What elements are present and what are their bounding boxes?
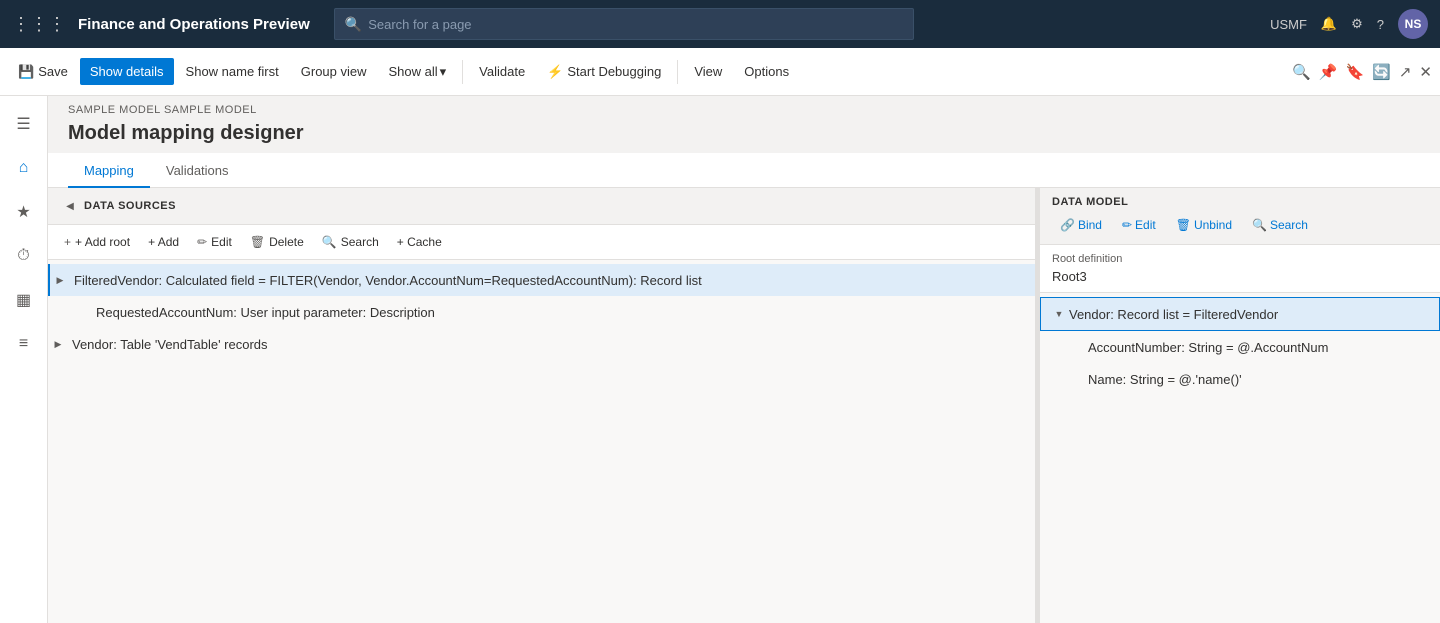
tab-validations[interactable]: Validations [150,153,245,188]
edit-button[interactable]: ✏ Edit [189,231,240,253]
sidebar-item-favorites[interactable]: ★ [4,192,44,232]
view-button[interactable]: View [684,58,732,85]
app-title: Finance and Operations Preview [78,16,310,33]
dm-header: DATA MODEL 🔗 Bind ✏ Edit 🗑 Unbind [1040,188,1440,245]
content-area: SAMPLE MODEL SAMPLE MODEL Model mapping … [48,96,1440,623]
save-icon: 💾 [18,64,34,80]
root-definition-label: Root definition [1052,253,1428,265]
search-input[interactable] [368,17,903,32]
dm-panel-scroll: ▼ Vendor: Record list = FilteredVendor A… [1040,293,1440,623]
grid-icon[interactable]: ⋮⋮⋮ [12,14,66,35]
dm-tree: ▼ Vendor: Record list = FilteredVendor A… [1040,293,1440,399]
ds-item-text-3: Vendor: Table 'VendTable' records [68,337,1027,352]
dm-edit-button[interactable]: ✏ Edit [1114,214,1164,236]
tab-mapping[interactable]: Mapping [68,153,150,188]
dm-tree-item-2[interactable]: AccountNumber: String = @.AccountNum [1040,331,1440,363]
bind-button[interactable]: 🔗 Bind [1052,214,1110,236]
ds-search-button[interactable]: 🔍 Search [314,231,387,253]
dm-expander-2 [1068,337,1088,357]
edit-icon: ✏ [197,235,207,249]
settings-icon[interactable]: ⚙ [1351,16,1363,32]
dm-edit-icon: ✏ [1122,218,1132,232]
add-button[interactable]: + Add [140,231,187,253]
validate-button[interactable]: Validate [469,58,535,85]
tabs-bar: Mapping Validations [48,153,1440,188]
sidebar-item-workspaces[interactable]: ▦ [4,280,44,320]
ds-search-icon: 🔍 [322,235,337,249]
split-panel: ◀ DATA SOURCES + + Add root + Add ✏ Edit [48,188,1440,623]
search-cmd-icon[interactable]: 🔍 [1292,63,1311,81]
cache-button[interactable]: + Cache [389,231,450,253]
ds-item-text-2: RequestedAccountNum: User input paramete… [92,305,1027,320]
data-sources-panel: ◀ DATA SOURCES + + Add root + Add ✏ Edit [48,188,1036,623]
add-root-icon: + [64,235,71,249]
pin-icon[interactable]: 📌 [1319,63,1338,81]
avatar[interactable]: NS [1398,9,1428,39]
unbind-icon: 🗑 [1176,218,1191,232]
ds-tree-item-3[interactable]: ▶ Vendor: Table 'VendTable' records [48,328,1035,360]
dm-expander-3 [1068,369,1088,389]
close-icon[interactable]: ✕ [1419,63,1432,81]
root-definition-section: Root definition Root3 [1040,245,1440,293]
expander-2 [72,302,92,322]
separator-1 [462,60,463,84]
ds-tree: ▶ FilteredVendor: Calculated field = FIL… [48,260,1036,623]
ds-tree-item-2[interactable]: RequestedAccountNum: User input paramete… [48,296,1035,328]
debug-button[interactable]: ⚡ Start Debugging [537,58,671,86]
data-model-panel: DATA MODEL 🔗 Bind ✏ Edit 🗑 Unbind [1040,188,1440,623]
sidebar-item-list[interactable]: ≡ [4,324,44,364]
ds-collapse-btn[interactable]: ◀ [60,196,80,216]
ds-toolbar: + + Add root + Add ✏ Edit 🗑 Delete [48,225,1036,260]
sidebar-item-menu[interactable]: ☰ [4,104,44,144]
refresh-icon[interactable]: 🔄 [1372,63,1391,81]
bind-icon: 🔗 [1060,218,1075,232]
sidebar-item-recent[interactable]: ⏱ [4,236,44,276]
root-definition-value: Root3 [1052,269,1428,284]
command-bar: 💾 Save Show details Show name first Grou… [0,48,1440,96]
user-label: USMF [1270,17,1307,32]
unbind-button[interactable]: 🗑 Unbind [1168,214,1240,236]
nav-right: USMF 🔔 ⚙ ? NS [1270,9,1428,39]
ds-title: DATA SOURCES [84,200,176,212]
notification-icon[interactable]: 🔔 [1321,16,1337,32]
dm-search-button[interactable]: 🔍 Search [1244,214,1316,236]
search-box[interactable]: 🔍 [334,8,914,40]
ds-item-text-1: FilteredVendor: Calculated field = FILTE… [70,273,1027,288]
main-layout: ☰ ⌂ ★ ⏱ ▦ ≡ SAMPLE MODEL SAMPLE MODEL Mo… [0,96,1440,623]
show-all-button[interactable]: Show all ▾ [379,58,457,86]
options-button[interactable]: Options [734,58,799,85]
sidebar: ☰ ⌂ ★ ⏱ ▦ ≡ [0,96,48,623]
dm-item-text-3: Name: String = @.'name()' [1088,372,1242,387]
dm-tree-item-3[interactable]: Name: String = @.'name()' [1040,363,1440,395]
dm-title: DATA MODEL [1052,196,1428,208]
expander-1[interactable]: ▶ [50,270,70,290]
dm-search-icon: 🔍 [1252,218,1267,232]
delete-icon: 🗑 [250,235,265,249]
breadcrumb: SAMPLE MODEL SAMPLE MODEL [48,96,1440,118]
top-nav: ⋮⋮⋮ Finance and Operations Preview 🔍 USM… [0,0,1440,48]
save-button[interactable]: 💾 Save [8,58,78,86]
bookmark-icon[interactable]: 🔖 [1345,63,1364,81]
show-details-button[interactable]: Show details [80,58,174,85]
add-root-button[interactable]: + + Add root [56,231,138,253]
delete-button[interactable]: 🗑 Delete [242,231,312,253]
group-view-button[interactable]: Group view [291,58,377,85]
dm-expander-1[interactable]: ▼ [1049,304,1069,324]
page-title: Model mapping designer [48,118,1440,153]
separator-2 [677,60,678,84]
expand-icon[interactable]: ↗ [1399,63,1412,81]
chevron-down-icon: ▾ [440,64,447,80]
dm-item-text-2: AccountNumber: String = @.AccountNum [1088,340,1328,355]
debug-icon: ⚡ [547,64,563,80]
dm-tree-item-1[interactable]: ▼ Vendor: Record list = FilteredVendor [1040,297,1440,331]
search-icon: 🔍 [345,16,362,33]
expander-3[interactable]: ▶ [48,334,68,354]
ds-header: ◀ DATA SOURCES [48,188,1036,225]
help-icon[interactable]: ? [1377,17,1384,32]
dm-toolbar: 🔗 Bind ✏ Edit 🗑 Unbind 🔍 [1052,214,1428,236]
ds-tree-item-1[interactable]: ▶ FilteredVendor: Calculated field = FIL… [48,264,1035,296]
show-name-button[interactable]: Show name first [176,58,289,85]
sidebar-item-home[interactable]: ⌂ [4,148,44,188]
dm-item-text-1: Vendor: Record list = FilteredVendor [1069,307,1278,322]
